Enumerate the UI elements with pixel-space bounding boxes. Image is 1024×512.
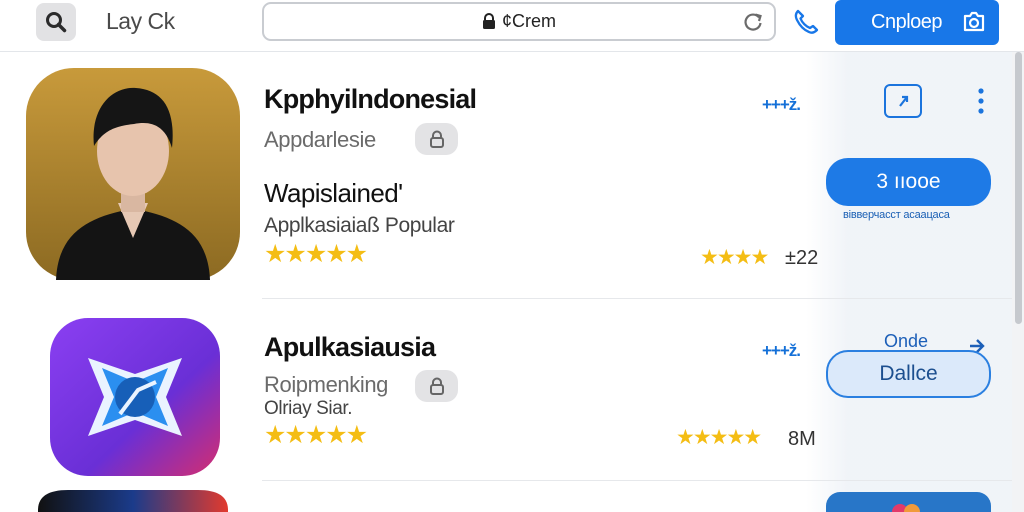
lock-icon xyxy=(429,130,444,148)
app-icon-avatar[interactable] xyxy=(26,68,240,280)
app-icon-compass[interactable] xyxy=(50,318,220,476)
app-tagline: Wapislained' xyxy=(264,178,403,208)
star-rating-small: ★★★★★ xyxy=(676,426,762,449)
app-name[interactable]: Kpphyilndonesial xyxy=(264,84,477,115)
search-icon xyxy=(46,12,67,33)
star-rating: ★★★★★ xyxy=(264,240,368,268)
share-icon xyxy=(899,95,909,107)
app-category: Applkasiaiaß Popular xyxy=(264,214,455,237)
address-bar[interactable]: ¢Crem xyxy=(262,2,776,41)
app-line-2: Olriay Siar. xyxy=(264,398,353,419)
install-caption: вівверчасст асаацаса xyxy=(843,209,950,221)
rating-count: 8M xyxy=(788,428,816,450)
phone-icon xyxy=(794,9,819,34)
app-title: Lay Ck xyxy=(106,8,175,34)
primary-action-button[interactable]: Cnploep xyxy=(835,0,999,45)
more-vertical-icon xyxy=(978,88,984,114)
get-button[interactable]: Dallce xyxy=(826,350,991,398)
mini-rating: +++ž. xyxy=(762,95,801,114)
install-button[interactable]: 3 ııooe xyxy=(826,158,991,206)
app-name[interactable]: Apulkasiausia xyxy=(264,332,436,363)
open-button[interactable] xyxy=(884,84,922,118)
phone-button[interactable] xyxy=(790,6,822,38)
search-button[interactable] xyxy=(36,3,76,41)
logo-icon xyxy=(892,504,920,512)
lock-badge xyxy=(415,370,458,402)
app-subtitle: Appdarlesie xyxy=(264,127,376,152)
reload-icon[interactable] xyxy=(742,11,764,33)
more-menu-button[interactable] xyxy=(976,86,986,116)
top-bar: Lay Ck ¢Crem Cnploep xyxy=(0,0,1024,52)
list-divider xyxy=(262,480,1012,481)
lock-badge xyxy=(415,123,458,155)
star-rating-small: ★★★★ xyxy=(700,246,769,269)
list-divider xyxy=(262,298,1012,299)
app-subtitle: Roipmenking xyxy=(264,372,389,397)
right-panel-shade xyxy=(806,52,1012,512)
lock-icon xyxy=(429,377,444,395)
address-text: ¢Crem xyxy=(502,11,557,31)
scrollbar-thumb[interactable] xyxy=(1015,52,1022,324)
details-link[interactable]: Onde xyxy=(884,331,928,352)
action-button-partial[interactable] xyxy=(826,492,991,512)
mini-rating: +++ž. xyxy=(762,341,801,360)
camera-icon xyxy=(963,11,985,32)
rating-count: ±22 xyxy=(785,247,819,269)
primary-action-label: Cnploep xyxy=(871,11,943,33)
star-rating: ★★★★★ xyxy=(264,421,368,449)
lock-icon xyxy=(483,13,495,29)
app-icon-partial[interactable] xyxy=(38,490,228,512)
